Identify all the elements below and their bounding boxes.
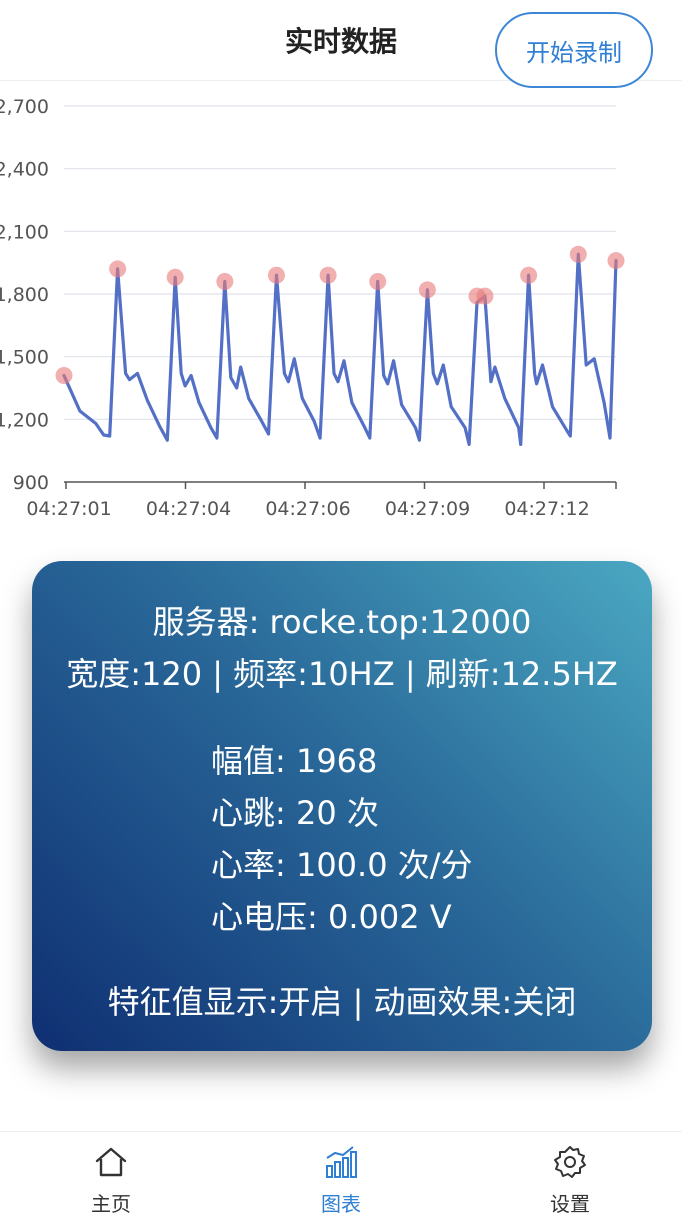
chart-icon — [326, 1146, 357, 1178]
app-screen: 实时数据 开始录制 900 1,200 1,500 1,800 2,100 2,400 2,… — [0, 0, 682, 1222]
voltage-value: 心电压: 0.002 V — [211, 898, 452, 936]
y-tick-label: 2,100 — [0, 221, 49, 243]
feature-status: 特征值显示:开启 | 动画效果:关闭 — [107, 983, 577, 1021]
x-tick-label: 04:27:09 — [385, 498, 470, 520]
x-tick-label: 04:27:01 — [26, 498, 111, 520]
x-tick-label: 04:27:06 — [265, 498, 350, 520]
amplitude-value: 幅值: 1968 — [211, 742, 378, 780]
peak-marker — [55, 366, 73, 384]
header: 实时数据 开始录制 — [0, 0, 682, 88]
y-tick-label: 2,700 — [0, 96, 49, 118]
ecg-series-line — [62, 252, 618, 446]
bottom-nav: 主页 图表 设置 — [0, 1131, 682, 1222]
y-tick-label: 900 — [13, 472, 49, 494]
y-tick-label: 1,800 — [0, 284, 49, 306]
start-recording-button[interactable]: 开始录制 — [495, 12, 653, 88]
peak-marker — [216, 272, 234, 290]
peak-marker — [267, 266, 285, 284]
peak-marker — [476, 287, 494, 305]
peak-marker — [418, 281, 436, 299]
peak-marker — [607, 252, 625, 270]
y-tick-label: 2,400 — [0, 159, 49, 181]
settings-info: 宽度:120 | 频率:10HZ | 刷新:12.5HZ — [66, 655, 618, 693]
peak-marker — [109, 260, 127, 278]
x-tick-label: 04:27:04 — [146, 498, 231, 520]
beats-value: 心跳: 20 次 — [211, 794, 379, 832]
nav-label-settings: 设置 — [550, 1192, 590, 1216]
peak-marker — [520, 266, 538, 284]
home-icon — [95, 1147, 127, 1177]
info-card: 服务器: rocke.top:12000 宽度:120 | 频率:10HZ | … — [32, 561, 652, 1051]
server-info: 服务器: rocke.top:12000 — [152, 603, 532, 641]
y-tick-label: 1,500 — [0, 347, 49, 369]
nav-item-settings[interactable]: 设置 — [510, 1132, 630, 1222]
peak-marker — [319, 266, 337, 284]
y-tick-label: 1,200 — [0, 409, 49, 431]
peak-marker — [166, 268, 184, 286]
settings-icon — [554, 1146, 586, 1178]
peak-marker — [569, 245, 587, 263]
x-tick-label: 04:27:12 — [504, 498, 589, 520]
nav-item-home[interactable]: 主页 — [51, 1132, 171, 1222]
ecg-chart: 900 1,200 1,500 1,800 2,100 2,400 2,700 04:27:0… — [0, 80, 682, 540]
nav-label-chart: 图表 — [321, 1192, 361, 1216]
heart-rate-value: 心率: 100.0 次/分 — [211, 846, 473, 884]
ecg-chart-svg: 900 1,200 1,500 1,800 2,100 2,400 2,700 04:27:0… — [0, 96, 625, 520]
nav-item-chart[interactable]: 图表 — [281, 1132, 401, 1222]
peak-marker — [369, 272, 387, 290]
nav-label-home: 主页 — [91, 1192, 131, 1216]
